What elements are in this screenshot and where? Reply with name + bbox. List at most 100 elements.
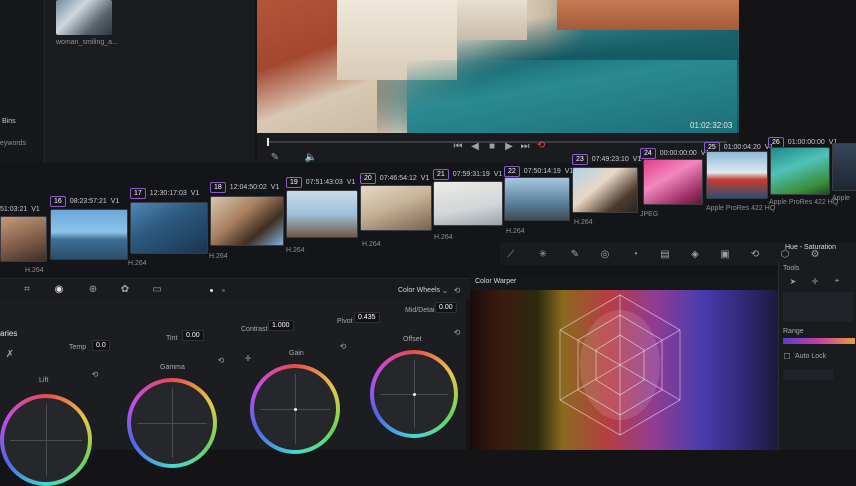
viewer[interactable] [257, 0, 739, 133]
pivot-field[interactable]: 0.435 [354, 312, 380, 323]
tint-label: Tint [166, 335, 178, 342]
checkbox-icon[interactable]: ☐ [783, 352, 791, 361]
clip-thumbnail[interactable] [504, 177, 570, 221]
clip-header: 18 12:04:50:02 V1 [210, 181, 279, 193]
clip-codec: H.264 [574, 219, 593, 226]
lock-field[interactable] [783, 370, 833, 380]
gamma-reset-icon[interactable]: ⟲ [216, 355, 226, 365]
clip-thumbnail[interactable] [433, 181, 503, 226]
qualifier-icon[interactable]: ✎ [568, 248, 582, 260]
clip-codec: Apple ProRes 422 HQ [706, 205, 776, 212]
lift-reset-icon[interactable]: ⟲ [90, 369, 100, 379]
keywords-item[interactable]: eywords [0, 140, 26, 147]
viewer-frame [257, 0, 739, 133]
clip-thumbnail[interactable] [360, 185, 432, 231]
temp-label: Temp [69, 344, 87, 351]
clip-thumbnail[interactable] [210, 196, 284, 246]
clip-thumbnail[interactable] [572, 167, 638, 213]
play-icon[interactable]: ▶ [503, 140, 515, 152]
viewer-timecode: 01:02:32:03 [690, 121, 733, 130]
clip-codec: H.264 [434, 234, 453, 241]
clip-header: 17 12:30:17:03 V1 [130, 187, 199, 199]
loop-icon[interactable]: ⟲ [535, 139, 547, 151]
tools-label: Tools [783, 265, 800, 272]
clip-codec: H.264 [128, 260, 147, 267]
speaker-icon[interactable]: 🔈 [305, 151, 317, 163]
camera-raw-icon[interactable]: ⌗ [20, 283, 34, 295]
magic-mask-icon[interactable]: ▤ [658, 248, 672, 260]
primaries-label: aries [0, 329, 18, 338]
skip-to-end-icon[interactable]: ⏭ [519, 140, 531, 152]
auto-lock-label: Auto Lock [795, 353, 827, 360]
gain-reset-icon[interactable]: ⟲ [338, 341, 348, 351]
sizing-icon[interactable]: ⟲ [748, 248, 762, 260]
page-dot[interactable] [222, 289, 225, 292]
clip-header: 21 07:59:31:19 V1 [433, 168, 502, 180]
gamma-picker-icon[interactable]: ✛ [243, 353, 253, 363]
key-icon[interactable]: ▣ [718, 248, 732, 260]
clip-codec: Apple [832, 195, 850, 202]
range-label: Range [783, 328, 804, 335]
add-point-icon[interactable]: ✛ [809, 276, 821, 286]
clip-thumbnail[interactable] [706, 151, 768, 199]
gain-label: Gain [289, 350, 304, 357]
pin-icon[interactable]: ⌖ [831, 276, 843, 286]
clip-codec: H.264 [506, 228, 525, 235]
clip-thumbnail[interactable] [770, 147, 830, 195]
hdr-icon[interactable]: ⊕ [86, 283, 100, 295]
picker-icon[interactable]: ✗ [4, 348, 16, 360]
window-icon[interactable]: ◎ [598, 248, 612, 260]
bins-item[interactable]: Bins [2, 118, 16, 125]
temp-field[interactable]: 0.0 [92, 340, 110, 351]
hue-saturation-title[interactable]: Hue - Saturation [785, 244, 836, 251]
wheels-mode-dropdown[interactable]: Color Wheels [398, 287, 440, 294]
clip-header: 22 07:50:14:19 V1 [504, 165, 573, 177]
pivot-label: Pivot [337, 318, 353, 325]
chevron-down-icon[interactable]: ⌄ [440, 285, 450, 295]
playhead[interactable] [267, 138, 269, 146]
clip-thumbnail[interactable] [0, 216, 47, 262]
skip-to-start-icon[interactable]: ⏮ [452, 140, 464, 152]
lift-wheel[interactable] [0, 394, 92, 486]
offset-wheel[interactable] [370, 350, 458, 438]
middetail-field[interactable]: 0.00 [435, 302, 457, 313]
contrast-field[interactable]: 1.000 [268, 320, 294, 331]
reset-icon[interactable]: ⟲ [452, 285, 462, 295]
gamma-label: Gamma [160, 364, 185, 371]
clip-thumbnail[interactable] [832, 143, 856, 191]
motion-effects-icon[interactable]: ▭ [150, 283, 164, 295]
page-dot[interactable] [210, 289, 213, 292]
tracker-icon[interactable]: ◔ [628, 248, 642, 260]
clip-header: 16 08:23:57:21 V1 [50, 195, 119, 207]
tint-field[interactable]: 0.00 [182, 330, 204, 341]
warper-icon[interactable]: ✳ [536, 248, 550, 260]
eyedropper-icon[interactable]: ✎ [269, 151, 281, 163]
stop-icon[interactable]: ■ [486, 140, 498, 152]
hue-saturation-panel: Hue - Saturation Tools ➤ ✛ ⌖ Range ☐ Aut… [778, 244, 856, 450]
media-thumbnail[interactable] [56, 0, 112, 35]
bins-sidebar: Bins eywords [0, 0, 45, 185]
clip-thumbnail[interactable] [130, 202, 208, 254]
clip-header: 2400:00:00:00V1 [640, 147, 709, 159]
color-wheels-icon[interactable]: ◉ [52, 283, 66, 295]
clip-header: 20 07:46:54:12 V1 [360, 172, 429, 184]
clip-thumbnail[interactable] [286, 190, 358, 238]
blur-icon[interactable]: ◈ [688, 248, 702, 260]
color-wheels-panel: aries ✗ Temp 0.0 Tint 0.00 Contrast 1.00… [0, 298, 466, 486]
clip-codec: H.264 [25, 267, 44, 274]
clip-thumbnail[interactable] [643, 159, 703, 205]
clip-codec: H.264 [362, 241, 381, 248]
color-warper-canvas[interactable] [470, 290, 778, 450]
tool-grid[interactable] [783, 292, 853, 322]
pointer-icon[interactable]: ➤ [787, 276, 799, 286]
gain-wheel[interactable] [250, 364, 340, 454]
gamma-wheel[interactable] [127, 378, 217, 468]
rgb-mixer-icon[interactable]: ✿ [118, 283, 132, 295]
clip-thumbnail[interactable] [50, 209, 128, 260]
clip-codec: H.264 [286, 247, 305, 254]
offset-reset-icon[interactable]: ⟲ [452, 327, 462, 337]
range-slider[interactable] [783, 338, 855, 344]
curve-icon[interactable]: ⟋ [504, 248, 518, 260]
middetail-label: Mid/Detail [405, 307, 437, 314]
play-reverse-icon[interactable]: ◀ [469, 140, 481, 152]
